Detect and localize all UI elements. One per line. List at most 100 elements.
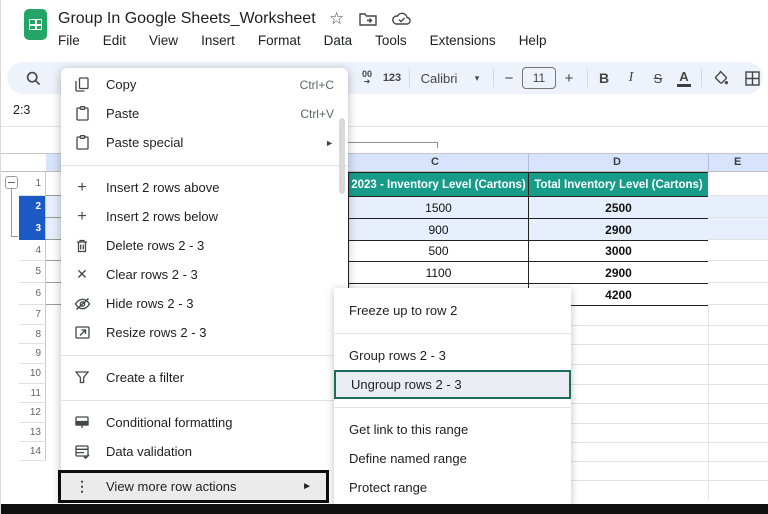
row-header-3[interactable]: 3 (19, 218, 46, 240)
row-header-6[interactable]: 6 (19, 283, 46, 305)
font-family-select[interactable]: Calibri (415, 62, 463, 94)
menu-item-delete-rows[interactable]: Delete rows 2 - 3 (61, 231, 348, 260)
menu-extensions[interactable]: Extensions (430, 33, 496, 48)
row-header-7[interactable]: 7 (19, 305, 46, 325)
plus-icon: + (77, 178, 87, 196)
menu-divider (61, 399, 348, 401)
gridline (571, 480, 768, 481)
copy-icon (73, 76, 91, 94)
menu-item-copy[interactable]: Copy Ctrl+C (61, 70, 348, 99)
menu-divider (334, 332, 571, 334)
borders-icon[interactable] (739, 62, 765, 94)
menu-view[interactable]: View (149, 33, 178, 48)
bold-button[interactable]: B (593, 62, 615, 94)
search-icon[interactable] (19, 62, 47, 94)
number-format-button[interactable]: 123 (379, 62, 405, 94)
menu-insert[interactable]: Insert (201, 33, 235, 48)
menu-item-conditional-formatting[interactable]: Conditional formatting (61, 408, 348, 437)
row-header-12[interactable]: 12 (19, 403, 46, 423)
row-header-10[interactable]: 10 (19, 364, 46, 384)
cell-e3[interactable] (708, 218, 768, 240)
cell-d5[interactable]: 2900 (528, 261, 709, 284)
cell-c1[interactable]: 2023 - Inventory Level (Cartons) (348, 172, 529, 197)
menu-item-view-more-row-actions[interactable]: ⋮ View more row actions ► (58, 470, 329, 503)
gridline (571, 403, 768, 404)
font-family-caret-icon[interactable]: ▾ (469, 62, 485, 94)
menu-item-insert-rows-below[interactable]: + Insert 2 rows below (61, 202, 348, 231)
menu-item-clear-rows[interactable]: ✕ Clear rows 2 - 3 (61, 260, 348, 289)
cell-c2[interactable]: 1500 (348, 196, 529, 219)
gridline (571, 461, 768, 462)
row-header-11[interactable]: 11 (19, 384, 46, 403)
strikethrough-button[interactable]: S (647, 62, 669, 94)
menu-edit[interactable]: Edit (103, 33, 126, 48)
italic-button[interactable]: I (620, 62, 642, 94)
menu-scrollbar[interactable] (339, 118, 345, 194)
gridline (571, 344, 768, 345)
cell-e1[interactable] (708, 172, 768, 196)
document-title[interactable]: Group In Google Sheets_Worksheet (58, 10, 316, 28)
move-to-folder-icon[interactable] (359, 12, 377, 26)
gridline (571, 442, 768, 443)
menu-item-insert-rows-above[interactable]: + Insert 2 rows above (61, 173, 348, 202)
cell-e4[interactable] (708, 240, 768, 261)
menu-item-create-filter[interactable]: Create a filter (61, 363, 348, 392)
cell-c5[interactable]: 1100 (348, 261, 529, 284)
row-header-5[interactable]: 5 (19, 261, 46, 283)
menu-item-paste[interactable]: Paste Ctrl+V (61, 99, 348, 128)
submenu-item-protect-range[interactable]: Protect range (334, 473, 571, 502)
submenu-item-get-link[interactable]: Get link to this range (334, 415, 571, 444)
select-all-corner[interactable] (1, 153, 46, 172)
data-validation-icon (73, 443, 91, 461)
submenu-item-define-named-range[interactable]: Define named range (334, 444, 571, 473)
menu-file[interactable]: File (58, 33, 80, 48)
submenu-item-freeze[interactable]: Freeze up to row 2 (334, 296, 571, 325)
row-header-4[interactable]: 4 (19, 240, 46, 261)
menu-item-data-validation[interactable]: Data validation (61, 437, 348, 466)
menu-tools[interactable]: Tools (375, 33, 407, 48)
decrease-font-size-button[interactable]: − (499, 62, 519, 94)
sheets-logo-icon[interactable] (24, 9, 47, 40)
row-header-14[interactable]: 14 (19, 442, 46, 461)
cell-d1[interactable]: Total Inventory Level (Cartons) (528, 172, 709, 197)
text-color-button[interactable]: A (673, 62, 695, 94)
star-icon[interactable]: ☆ (329, 10, 344, 28)
menu-item-resize-rows[interactable]: Resize rows 2 - 3 (61, 318, 348, 347)
plus-icon: + (77, 207, 87, 225)
menu-item-hide-rows[interactable]: Hide rows 2 - 3 (61, 289, 348, 318)
fill-color-icon[interactable] (708, 62, 734, 94)
cell-c4[interactable]: 500 (348, 240, 529, 262)
column-header-e[interactable]: E (734, 156, 741, 168)
collapse-group-button[interactable] (5, 176, 18, 189)
column-header-c[interactable]: C (431, 156, 439, 168)
cell-e6[interactable] (708, 283, 768, 305)
font-size-input[interactable]: 11 (522, 67, 556, 89)
cell-d4[interactable]: 3000 (528, 240, 709, 262)
cell-c3[interactable]: 900 (348, 218, 529, 241)
increase-decimal-icon[interactable]: 00 ➜ (355, 62, 379, 94)
gridline (571, 384, 768, 385)
cell-e5[interactable] (708, 261, 768, 283)
cell-d2[interactable]: 2500 (528, 196, 709, 219)
menu-help[interactable]: Help (519, 33, 547, 48)
increase-font-size-button[interactable]: + (559, 62, 579, 94)
row-header-1[interactable]: 1 (19, 172, 46, 196)
google-sheets-window: Group In Google Sheets_Worksheet ☆ File … (0, 0, 768, 514)
name-box[interactable]: 2:3 (13, 103, 30, 117)
cell-e2[interactable] (708, 196, 768, 218)
submenu-item-group-rows[interactable]: Group rows 2 - 3 (334, 341, 571, 370)
row-header-2[interactable]: 2 (19, 196, 46, 218)
row-group-margin (1, 172, 19, 503)
menu-format[interactable]: Format (258, 33, 301, 48)
cloud-saved-icon[interactable] (392, 12, 412, 26)
row-header-13[interactable]: 13 (19, 423, 46, 442)
menu-item-paste-special[interactable]: Paste special ► (61, 128, 348, 157)
row-header-8[interactable]: 8 (19, 325, 46, 344)
shortcut: Ctrl+V (300, 106, 334, 121)
column-header-d[interactable]: D (613, 156, 621, 168)
menu-data[interactable]: Data (324, 33, 353, 48)
cell-d3[interactable]: 2900 (528, 218, 709, 241)
row-actions-submenu: Freeze up to row 2 Group rows 2 - 3 Ungr… (334, 288, 571, 505)
submenu-item-ungroup-rows[interactable]: Ungroup rows 2 - 3 (334, 370, 571, 399)
row-header-9[interactable]: 9 (19, 344, 46, 364)
